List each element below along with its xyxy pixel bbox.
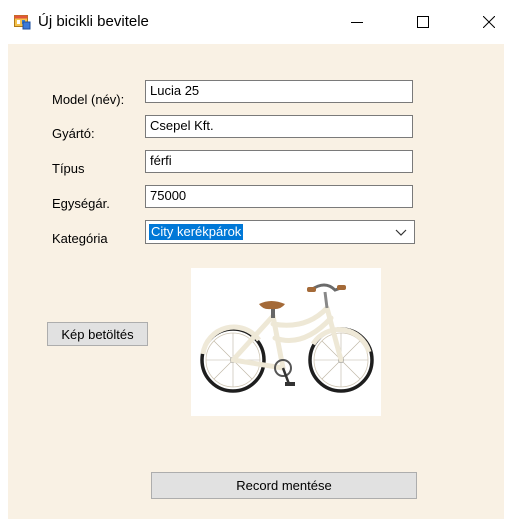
minimize-icon bbox=[351, 22, 363, 23]
form-client-area: Model (név): Lucia 25 Gyártó: Csepel Kft… bbox=[8, 44, 504, 519]
model-input[interactable]: Lucia 25 bbox=[145, 80, 413, 103]
category-label: Kategória bbox=[52, 231, 108, 246]
bicycle-picture-box bbox=[191, 268, 381, 416]
form-icon bbox=[14, 15, 31, 30]
window-title: Új bicikli bevitele bbox=[38, 13, 149, 30]
save-record-button[interactable]: Record mentése bbox=[151, 472, 417, 499]
manufacturer-input[interactable]: Csepel Kft. bbox=[145, 115, 413, 138]
app-window: Új bicikli bevitele Model (név): Lucia 2… bbox=[0, 0, 512, 526]
maximize-icon bbox=[417, 16, 429, 28]
unit-price-input[interactable]: 75000 bbox=[145, 185, 413, 208]
type-label: Típus bbox=[52, 161, 85, 176]
manufacturer-label: Gyártó: bbox=[52, 126, 95, 141]
model-label: Model (név): bbox=[52, 92, 125, 107]
category-selected-value: City kerékpárok bbox=[149, 224, 244, 240]
maximize-button[interactable] bbox=[400, 0, 446, 44]
type-input[interactable]: férfi bbox=[145, 150, 413, 173]
title-bar[interactable]: Új bicikli bevitele bbox=[0, 0, 512, 44]
unit-price-label: Egységár. bbox=[52, 196, 110, 211]
close-icon bbox=[483, 16, 495, 28]
chevron-down-icon bbox=[395, 229, 407, 236]
bicycle-image bbox=[200, 283, 374, 393]
load-image-button[interactable]: Kép betöltés bbox=[47, 322, 148, 346]
close-button[interactable] bbox=[466, 0, 512, 44]
minimize-button[interactable] bbox=[334, 0, 380, 44]
category-dropdown[interactable]: City kerékpárok bbox=[145, 220, 415, 244]
